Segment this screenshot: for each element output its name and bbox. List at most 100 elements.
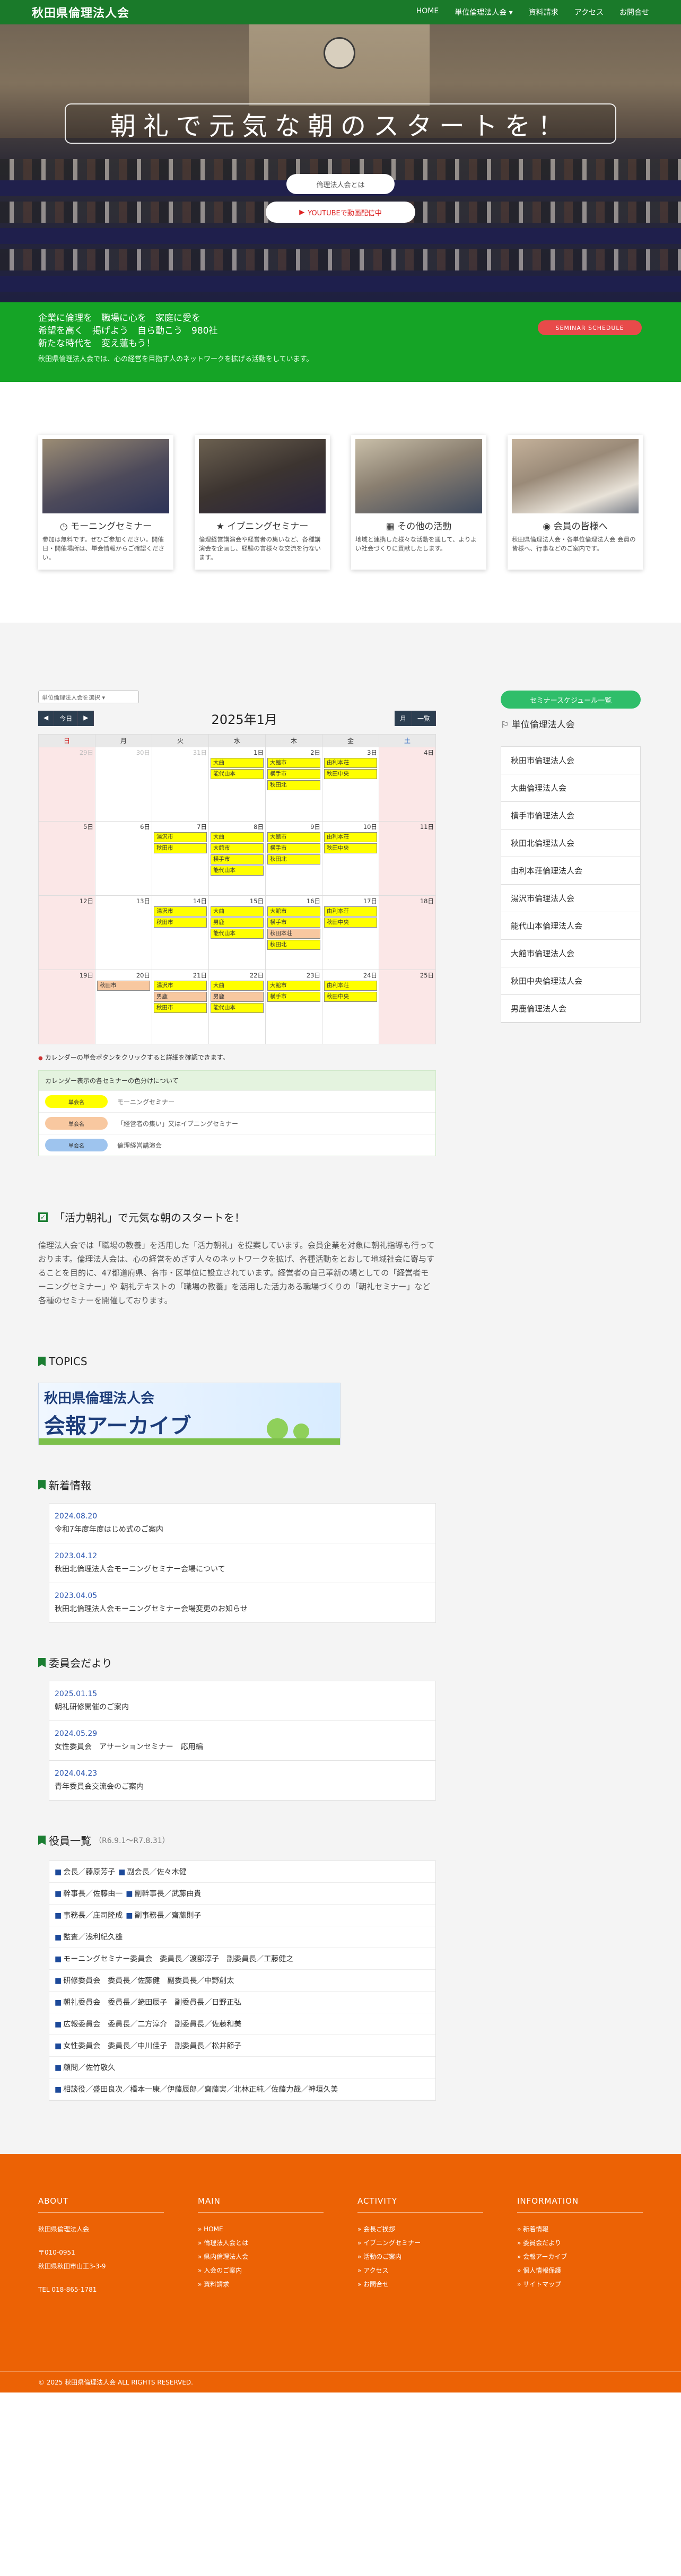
footer-link[interactable]: 個人情報保護 [517,2264,643,2277]
footer-link[interactable]: HOME [198,2222,324,2236]
prev-month-button[interactable]: ◀ [38,710,55,726]
list-view-button[interactable]: 一覧 [412,710,436,726]
unit-list-item[interactable]: 秋田中央倫理法人会 [501,967,640,995]
footer-link[interactable]: 活動のご案内 [357,2250,483,2264]
unit-list-item[interactable]: 秋田市倫理法人会 [501,747,640,774]
committee-item[interactable]: 2025.01.15 朝礼研修開催のご案内 [49,1681,435,1721]
calendar-day: 3日 由利本荘 秋田中央 [322,747,379,822]
katsuryoku-text: 倫理法人会では「職場の教養」を活用した「活力朝礼」を提案しています。会員企業を対… [38,1241,435,1305]
footer-link[interactable]: 会報アーカイブ [517,2250,643,2264]
feature-card-other[interactable]: ▦ その他の活動 地域と連携した様々な活動を通して、よりよい社会づくりに貢献した… [351,435,486,570]
feature-card-members[interactable]: ◉ 会員の皆様へ 秋田県倫理法人会・各単位倫理法人会 会員の皆様へ、行事などのご… [508,435,643,570]
calendar-event[interactable]: 男鹿 [211,992,264,1002]
calendar-event[interactable]: 秋田市 [154,1003,207,1013]
seminar-schedule-button[interactable]: SEMINAR SCHEDULE [538,320,642,335]
about-button[interactable]: 倫理法人会とは [286,174,395,194]
footer-link[interactable]: 資料請求 [198,2277,324,2291]
unit-list-item[interactable]: 秋田北倫理法人会 [501,829,640,857]
calendar-event[interactable]: 秋田中央 [324,992,377,1002]
calendar-event[interactable]: 秋田中央 [324,918,377,928]
committee-item[interactable]: 2024.04.23 青年委員会交流会のご案内 [49,1761,435,1800]
calendar-event[interactable]: 秋田中央 [324,769,377,779]
calendar-event[interactable]: 秋田北 [267,940,320,950]
unit-list-item[interactable]: 能代山本倫理法人会 [501,912,640,940]
nav-home[interactable]: HOME [416,7,439,18]
seminar-list-button[interactable]: セミナースケジュール一覧 [501,691,641,709]
calendar-event[interactable]: 由利本荘 [324,981,377,991]
feature-card-evening[interactable]: ★ イブニングセミナー 倫理経営講演会や経営者の集いなど、各種講演会を企画し、経… [195,435,330,570]
footer-link[interactable]: イブニングセミナー [357,2236,483,2250]
calendar-event[interactable]: 湯沢市 [154,832,207,842]
calendar-event[interactable]: 横手市 [267,918,320,928]
calendar-event[interactable]: 能代山本 [211,929,264,939]
today-button[interactable]: 今日 [54,710,78,726]
calendar-event[interactable]: 大館市 [267,981,320,991]
news-item[interactable]: 2023.04.12 秋田北倫理法人会モーニングセミナー会場について [49,1543,435,1583]
calendar-event[interactable]: 大館市 [211,843,264,853]
calendar-event[interactable]: 秋田市 [154,843,207,853]
calendar-event[interactable]: 横手市 [267,992,320,1002]
calendar-event[interactable]: 男鹿 [211,918,264,928]
calendar-event[interactable]: 大曲 [211,758,264,768]
calendar-event[interactable]: 由利本荘 [324,906,377,916]
calendar-day: 15日 大曲 男鹿 能代山本 [208,895,266,970]
news-item[interactable]: 2023.04.05 秋田北倫理法人会モーニングセミナー会場変更のお知らせ [49,1583,435,1622]
calendar-event[interactable]: 大館市 [267,906,320,916]
calendar-event[interactable]: 秋田市 [97,981,150,991]
calendar: 単位倫理法人会を選択 ▾ ◀ 今日 ▶ 2025年1月 月 一覧 日月火水木金土… [38,691,436,1156]
footer-link[interactable]: 倫理法人会とは [198,2236,324,2250]
kaihou-archive-banner[interactable]: 秋田県倫理法人会 会報アーカイブ [38,1383,340,1445]
youtube-button[interactable]: ▶ YOUTUBEで動画配信中 [266,202,415,223]
calendar-event[interactable]: 大曲 [211,906,264,916]
nav-access[interactable]: アクセス [574,7,604,18]
unit-list-item[interactable]: 大館市倫理法人会 [501,940,640,967]
calendar-event[interactable]: 秋田北 [267,854,320,865]
calendar-event[interactable]: 能代山本 [211,866,264,876]
unit-list-item[interactable]: 湯沢市倫理法人会 [501,885,640,912]
footer-link[interactable]: 会長ご挨拶 [357,2222,483,2236]
news-item[interactable]: 2024.08.20 令和7年度年度はじめ式のご案内 [49,1504,435,1543]
day-number: 16日 [306,897,320,905]
footer-link[interactable]: 新着情報 [517,2222,643,2236]
calendar-event[interactable]: 秋田市 [154,918,207,928]
calendar-event[interactable]: 横手市 [267,769,320,779]
calendar-event[interactable]: 大曲 [211,981,264,991]
calendar-event[interactable]: 秋田本荘 [267,929,320,939]
unit-select[interactable]: 単位倫理法人会を選択 ▾ [38,691,139,703]
feature-card-morning[interactable]: ◷ モーニングセミナー 参加は無料です。ぜひご参加ください。開催日・開催場所は、… [38,435,173,570]
nav-units[interactable]: 単位倫理法人会 ▾ [455,7,512,18]
next-month-button[interactable]: ▶ [78,710,94,726]
feature-photo [42,439,169,513]
unit-list-item[interactable]: 男鹿倫理法人会 [501,995,640,1023]
calendar-event[interactable]: 大曲 [211,832,264,842]
footer-link[interactable]: サイトマップ [517,2277,643,2291]
nav-contact[interactable]: お問合せ [619,7,649,18]
calendar-event[interactable]: 大館市 [267,832,320,842]
unit-list-item[interactable]: 大曲倫理法人会 [501,774,640,802]
unit-list-item[interactable]: 横手市倫理法人会 [501,802,640,829]
month-view-button[interactable]: 月 [394,710,412,726]
calendar-event[interactable]: 秋田中央 [324,843,377,853]
calendar-event[interactable]: 秋田北 [267,780,320,790]
calendar-event[interactable]: 男鹿 [154,992,207,1002]
calendar-event[interactable]: 横手市 [267,843,320,853]
feature-photo [355,439,482,513]
site-logo[interactable]: 秋田県倫理法人会 [32,4,129,21]
footer-link[interactable]: アクセス [357,2264,483,2277]
calendar-event[interactable]: 湯沢市 [154,906,207,916]
calendar-event[interactable]: 能代山本 [211,1003,264,1013]
calendar-event[interactable]: 横手市 [211,854,264,865]
footer-link[interactable]: お問合せ [357,2277,483,2291]
calendar-event[interactable]: 由利本荘 [324,758,377,768]
footer-link[interactable]: 入会のご案内 [198,2264,324,2277]
footer-link[interactable]: 委員会だより [517,2236,643,2250]
day-number: 10日 [363,823,377,831]
calendar-event[interactable]: 能代山本 [211,769,264,779]
calendar-event[interactable]: 大館市 [267,758,320,768]
unit-list-item[interactable]: 由利本荘倫理法人会 [501,857,640,885]
calendar-event[interactable]: 由利本荘 [324,832,377,842]
calendar-event[interactable]: 湯沢市 [154,981,207,991]
nav-request[interactable]: 資料請求 [529,7,558,18]
committee-item[interactable]: 2024.05.29 女性委員会 アサーションセミナー 応用編 [49,1721,435,1761]
footer-link[interactable]: 県内倫理法人会 [198,2250,324,2264]
